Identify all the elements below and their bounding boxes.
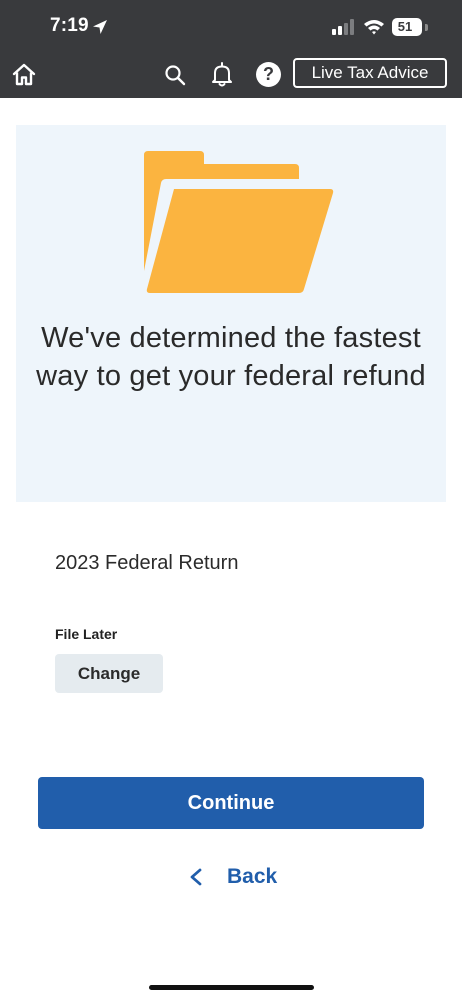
continue-button[interactable]: Continue (38, 777, 424, 829)
location-arrow-icon (93, 20, 107, 34)
home-icon[interactable] (12, 63, 36, 87)
hero-card: We've determined the fastest way to get … (16, 125, 446, 502)
battery-level: 51 (397, 19, 413, 34)
status-time: 7:19 (50, 15, 89, 36)
bell-icon[interactable] (211, 62, 233, 88)
chevron-left-icon (190, 868, 202, 886)
hero-heading: We've determined the fastest way to get … (36, 322, 426, 392)
home-indicator[interactable] (149, 985, 314, 990)
cellular-signal-icon (332, 19, 354, 35)
battery-nub (425, 24, 428, 31)
battery-icon: 51 (392, 18, 422, 36)
folder-icon (144, 151, 334, 293)
wifi-icon (364, 20, 384, 35)
return-title: 2023 Federal Return (55, 552, 239, 574)
help-icon[interactable]: ? (256, 62, 281, 87)
live-tax-advice-button[interactable]: Live Tax Advice (293, 58, 447, 88)
change-button[interactable]: Change (55, 654, 163, 693)
top-bar: 7:19 51 ? Live Tax Advice (0, 0, 462, 98)
back-label: Back (227, 865, 278, 888)
filing-status-label: File Later (55, 626, 118, 642)
search-icon[interactable] (164, 64, 186, 86)
